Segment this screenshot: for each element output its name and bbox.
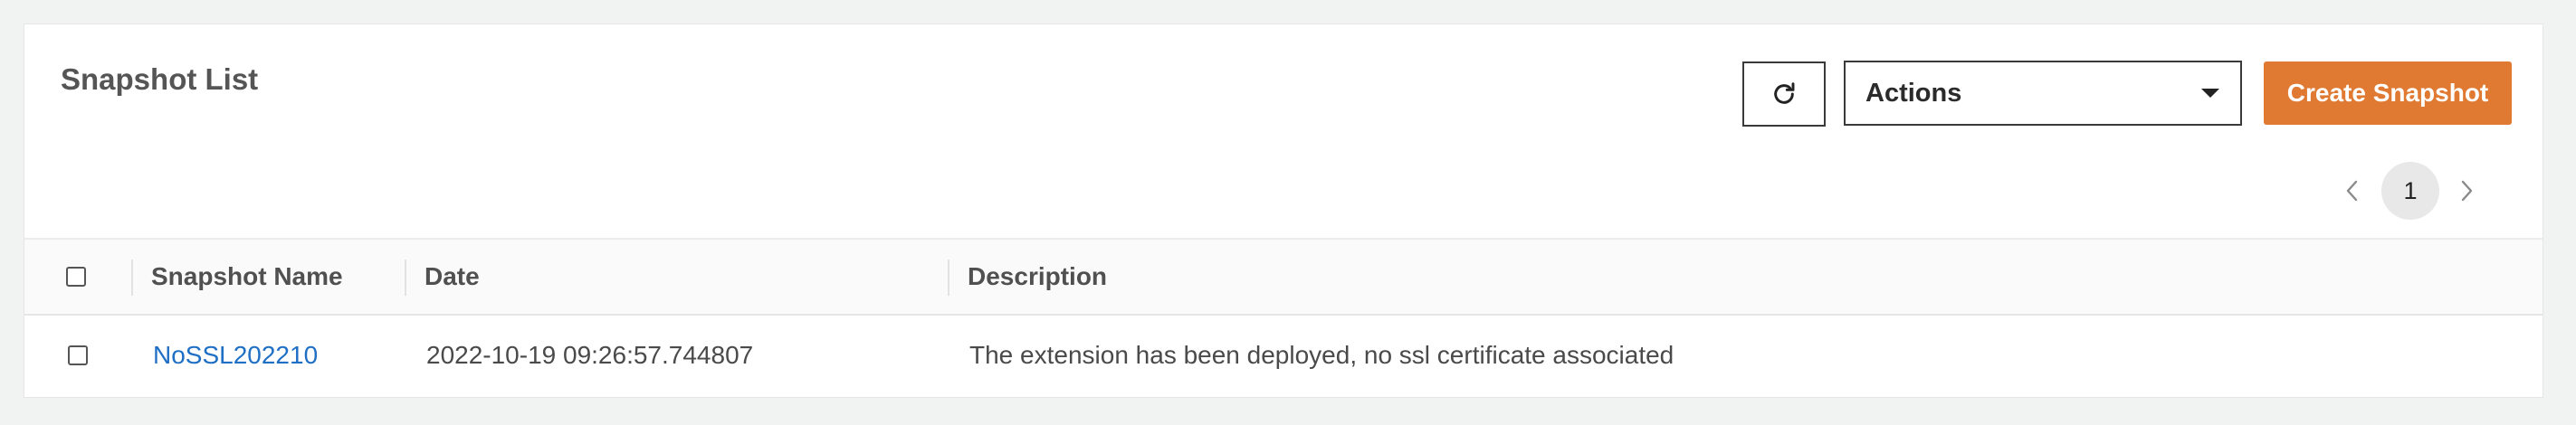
snapshot-name-cell: NoSSL202210: [153, 316, 318, 395]
pagination-page-current[interactable]: 1: [2381, 162, 2439, 220]
pagination-next-button[interactable]: [2450, 162, 2483, 220]
actions-dropdown-label: Actions: [1865, 78, 1962, 108]
snapshot-name-link[interactable]: NoSSL202210: [153, 341, 318, 370]
snapshot-description-cell: The extension has been deployed, no ssl …: [969, 316, 1674, 395]
column-header-date[interactable]: Date: [425, 240, 480, 314]
row-select-cell: [68, 316, 88, 395]
refresh-button[interactable]: [1742, 61, 1826, 127]
column-divider: [948, 260, 949, 296]
actions-dropdown[interactable]: Actions: [1844, 61, 2242, 126]
refresh-icon: [1774, 82, 1795, 104]
chevron-right-icon: [2461, 180, 2473, 202]
column-divider: [405, 260, 406, 296]
snapshot-date-cell: 2022-10-19 09:26:57.744807: [426, 316, 753, 395]
snapshot-date: 2022-10-19 09:26:57.744807: [426, 341, 754, 369]
row-checkbox[interactable]: [68, 345, 88, 365]
column-header-description[interactable]: Description: [968, 240, 1107, 314]
snapshot-table: Snapshot Name Date Description NoSSL2022…: [24, 238, 2543, 395]
snapshot-description: The extension has been deployed, no ssl …: [969, 341, 1674, 369]
column-divider: [131, 260, 133, 296]
page-title: Snapshot List: [61, 62, 259, 96]
chevron-left-icon: [2346, 180, 2358, 202]
table-row: NoSSL202210 2022-10-19 09:26:57.744807 T…: [24, 316, 2543, 395]
caret-down-icon: [2201, 89, 2219, 98]
create-snapshot-button[interactable]: Create Snapshot: [2264, 61, 2512, 125]
pagination-prev-button[interactable]: [2336, 162, 2369, 220]
select-all-checkbox[interactable]: [66, 267, 86, 287]
table-header: Snapshot Name Date Description: [24, 238, 2543, 316]
snapshot-list-panel: Snapshot List Actions Create Snapshot 1: [24, 24, 2543, 398]
select-all-cell: [66, 240, 86, 314]
column-header-snapshot-name[interactable]: Snapshot Name: [151, 240, 343, 314]
